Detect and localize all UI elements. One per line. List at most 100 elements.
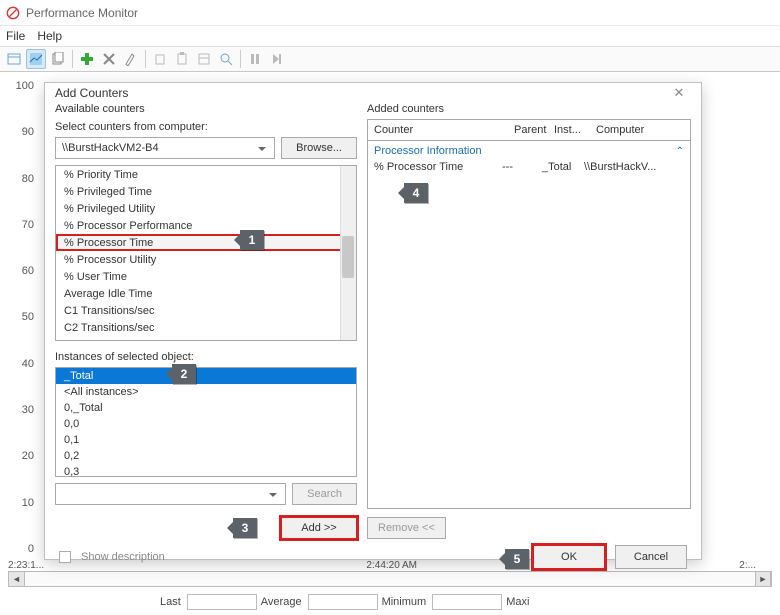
add-button[interactable]: Add >> (281, 517, 357, 539)
added-counter: % Processor Time (374, 161, 502, 173)
close-icon[interactable]: ✕ (667, 83, 691, 103)
delete-icon[interactable] (99, 49, 119, 69)
collapse-icon[interactable]: ⌃ (676, 146, 684, 157)
counter-item[interactable]: Average Idle Time (56, 285, 356, 302)
tool-perf-icon[interactable] (26, 49, 46, 69)
xtick-right: 2:... (739, 560, 756, 571)
available-panel: Available counters Select counters from … (55, 103, 357, 539)
counter-item[interactable]: % Privileged Time (56, 183, 356, 200)
counters-scrollbar[interactable] (340, 166, 356, 340)
col-parent[interactable]: Parent (508, 124, 548, 136)
counter-item-selected[interactable]: % Processor Time (56, 234, 356, 251)
instances-list[interactable]: _Total <All instances> 0,_Total 0,0 0,1 … (55, 367, 357, 477)
toolbar-sep-2 (145, 50, 146, 68)
copy-icon[interactable] (150, 49, 170, 69)
stat-last-box (187, 594, 257, 610)
toolbar (0, 46, 780, 72)
annotation-4: 4 (404, 183, 428, 203)
scroll-left-icon[interactable]: ◄ (9, 572, 25, 586)
counter-item[interactable]: % Processor Performance (56, 217, 356, 234)
instance-item[interactable]: 0,3 (56, 464, 356, 480)
ytick: 60 (22, 265, 34, 277)
app-title: Performance Monitor (26, 6, 138, 20)
added-comp: \\BurstHackV... (584, 161, 684, 173)
counter-item[interactable]: C2 Transitions/sec (56, 319, 356, 336)
counter-item[interactable]: C1 Transitions/sec (56, 302, 356, 319)
dialog-titlebar: Add Counters ✕ (45, 83, 701, 103)
counter-item[interactable]: % Privileged Utility (56, 200, 356, 217)
add-counters-dialog: Add Counters ✕ Available counters Select… (44, 82, 702, 560)
ytick: 30 (22, 404, 34, 416)
tool-view-icon[interactable] (4, 49, 24, 69)
menu-file[interactable]: File (6, 29, 25, 43)
zoom-icon[interactable] (216, 49, 236, 69)
props-icon[interactable] (194, 49, 214, 69)
counter-item[interactable]: % Processor Utility (56, 251, 356, 268)
select-from-label: Select counters from computer: (55, 121, 357, 133)
instance-item-selected[interactable]: _Total (56, 368, 356, 384)
annotation-1: 1 (240, 230, 264, 250)
counter-item[interactable]: % Priority Time (56, 166, 356, 183)
ytick: 10 (22, 497, 34, 509)
ytick: 20 (22, 450, 34, 462)
xtick-left: 2:23:1... (8, 560, 44, 571)
search-button[interactable]: Search (292, 483, 357, 505)
stat-min-label: Minimum (382, 596, 427, 608)
instance-item[interactable]: 0,0 (56, 416, 356, 432)
computer-value: \\BurstHackVM2-B4 (62, 142, 159, 154)
remove-button[interactable]: Remove << (367, 517, 446, 539)
added-group[interactable]: Processor Information ⌃ (368, 141, 690, 159)
instance-item[interactable]: 0,1 (56, 432, 356, 448)
app-icon (6, 6, 20, 20)
scroll-thumb[interactable] (342, 236, 354, 278)
pause-icon[interactable] (245, 49, 265, 69)
menu-bar: File Help (0, 26, 780, 46)
available-label: Available counters (55, 103, 357, 115)
highlight-icon[interactable] (121, 49, 141, 69)
stat-avg-label: Average (261, 596, 302, 608)
added-parent: --- (502, 161, 542, 173)
col-inst[interactable]: Inst... (548, 124, 590, 136)
scroll-right-icon[interactable]: ► (755, 572, 771, 586)
annotation-5: 5 (505, 549, 529, 569)
added-panel: Added counters Counter Parent Inst... Co… (367, 103, 691, 539)
toolbar-sep-3 (240, 50, 241, 68)
col-counter[interactable]: Counter (368, 124, 508, 136)
ytick: 70 (22, 219, 34, 231)
instance-item[interactable]: 0,_Total (56, 400, 356, 416)
stats-bar: Last Average Minimum Maxi (0, 593, 780, 611)
title-bar: Performance Monitor (0, 0, 780, 26)
added-label: Added counters (367, 103, 691, 115)
next-icon[interactable] (267, 49, 287, 69)
stat-min-box (432, 594, 502, 610)
add-icon[interactable] (77, 49, 97, 69)
instance-search-combo[interactable] (55, 483, 286, 505)
tool-copy-icon[interactable] (48, 49, 68, 69)
cancel-button[interactable]: Cancel (615, 545, 687, 569)
annotation-3: 3 (233, 518, 257, 538)
paste-icon[interactable] (172, 49, 192, 69)
instance-item[interactable]: 0,2 (56, 448, 356, 464)
instance-item[interactable]: <All instances> (56, 384, 356, 400)
counter-item[interactable]: % User Time (56, 268, 356, 285)
col-computer[interactable]: Computer (590, 124, 690, 136)
ok-button[interactable]: OK (533, 545, 605, 569)
added-list[interactable]: Processor Information ⌃ % Processor Time… (367, 141, 691, 509)
show-desc-checkbox[interactable] (59, 551, 71, 563)
added-counter-row[interactable]: % Processor Time --- _Total \\BurstHackV… (368, 159, 690, 175)
menu-help[interactable]: Help (37, 29, 62, 43)
group-label: Processor Information (374, 145, 482, 157)
y-axis: 100 90 80 70 60 50 40 30 20 10 0 (4, 80, 34, 555)
ytick: 40 (22, 358, 34, 370)
ytick: 100 (16, 80, 34, 92)
annotation-2: 2 (172, 364, 196, 384)
stat-last-label: Last (160, 596, 181, 608)
added-inst: _Total (542, 161, 584, 173)
dialog-title: Add Counters (55, 86, 128, 100)
instances-label: Instances of selected object: (55, 351, 357, 363)
counters-list[interactable]: % Priority Time % Privileged Time % Priv… (55, 165, 357, 341)
browse-button[interactable]: Browse... (281, 137, 357, 159)
ytick: 50 (22, 311, 34, 323)
computer-combo[interactable]: \\BurstHackVM2-B4 (55, 137, 275, 159)
toolbar-sep (72, 50, 73, 68)
